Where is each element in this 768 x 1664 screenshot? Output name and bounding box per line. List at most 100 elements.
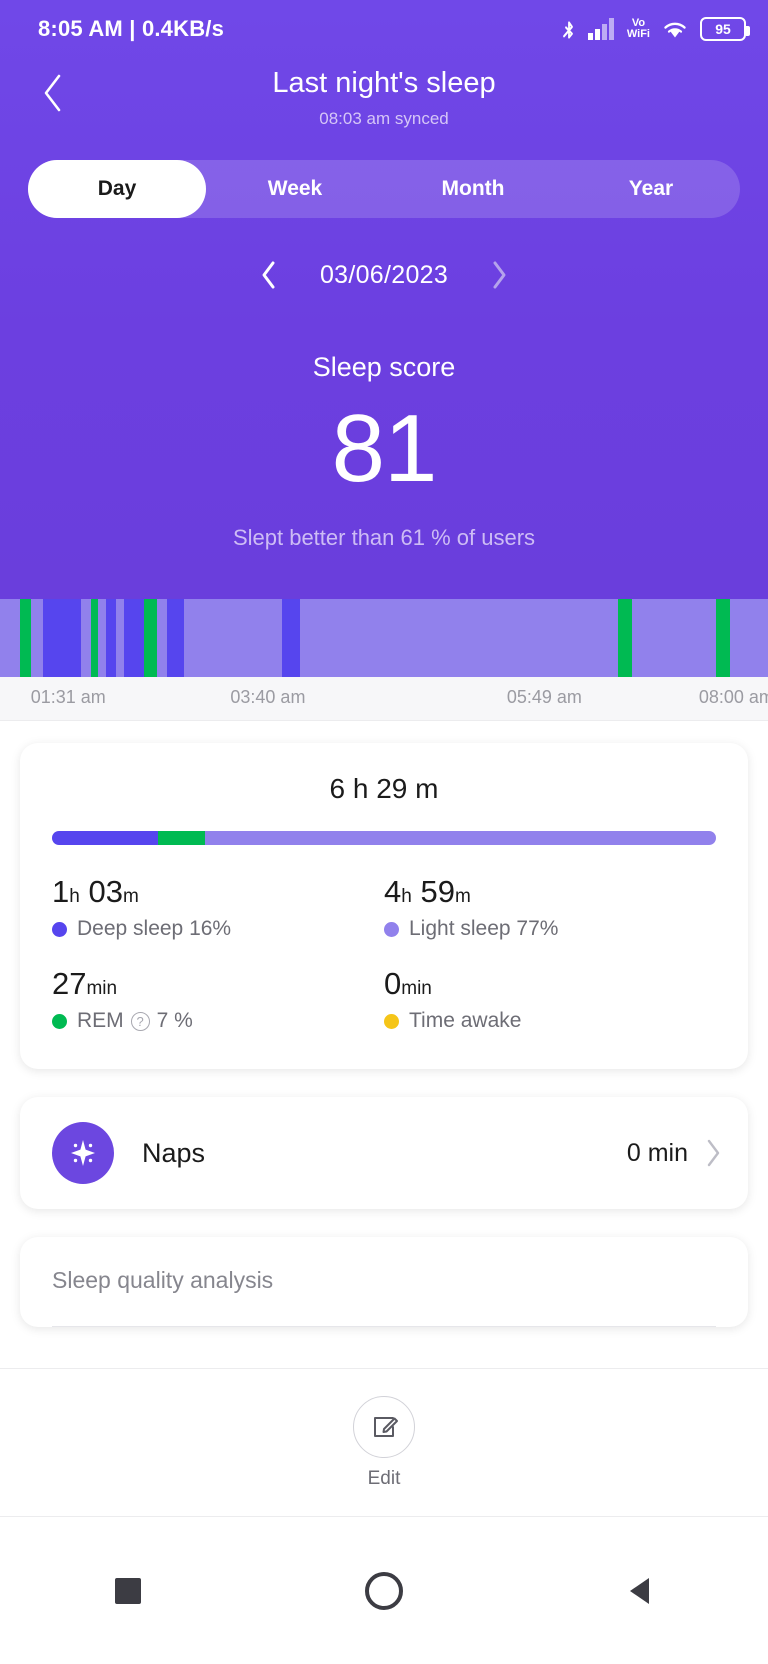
status-bar-right: Vo WiFi 95 [561, 17, 750, 41]
chevron-right-icon [493, 261, 506, 289]
time-awake-minutes: 0 [384, 966, 402, 1002]
vowifi-icon: Vo WiFi [627, 18, 650, 40]
time-axis-label: 08:00 am [698, 687, 768, 707]
tab-week[interactable]: Week [206, 160, 384, 218]
page-title: Last night's sleep [272, 67, 496, 99]
hypnogram-segment-light [80, 599, 91, 677]
sparkle-icon [52, 1122, 114, 1185]
hypnogram-segment-light [730, 599, 768, 677]
deep-sleep-hours-unit: h [69, 886, 80, 907]
rem-legend: REM ? 7 % [52, 1009, 384, 1033]
hypnogram-segment-light [98, 599, 106, 677]
sleep-hero-section: 8:05 AM | 0.4KB/s Vo WiFi 95 Last night'… [0, 0, 768, 599]
square-icon [115, 1577, 141, 1604]
back-button[interactable] [30, 70, 76, 116]
deep-sleep-color-dot [52, 921, 67, 937]
light-sleep-hours-unit: h [401, 886, 412, 907]
circle-icon [365, 1571, 403, 1610]
next-day-button[interactable] [482, 256, 516, 294]
time-awake-value: 0min [384, 967, 716, 1001]
hypnogram-segment-rem [716, 599, 731, 677]
hypnogram-segment-light [157, 599, 167, 677]
time-awake-label: Time awake [409, 1009, 522, 1033]
deep-sleep-minutes: 03 [88, 874, 123, 909]
stat-light-sleep: 4h 59m Light sleep 77% [384, 874, 716, 941]
edit-button[interactable] [353, 1395, 415, 1458]
time-awake-minutes-unit: min [401, 978, 432, 1000]
edit-action-bar: Edit [0, 1368, 768, 1516]
sleep-score-title: Sleep score [312, 352, 456, 382]
time-axis-label: 05:49 am [506, 687, 582, 707]
app-bar-titles: Last night's sleep 08:03 am synced [272, 67, 496, 129]
period-tab-bar: Day Week Month Year [28, 160, 740, 218]
status-separator: | [129, 16, 136, 41]
total-sleep-duration: 6 h 29 m [329, 773, 439, 804]
status-network-speed: 0.4KB/s [141, 16, 225, 41]
deep-sleep-label: Deep sleep 16% [77, 917, 232, 941]
stat-time-awake: 0min Time awake [384, 967, 716, 1033]
rem-value: 27min [52, 967, 384, 1001]
wifi-icon [664, 22, 686, 38]
rem-info-icon[interactable]: ? [130, 1011, 150, 1031]
time-axis-label: 01:31 am [30, 687, 106, 707]
hypnogram-segment-rem [618, 599, 632, 677]
light-sleep-minutes-unit: m [454, 886, 471, 907]
hypnogram-section: 01:31 am 03:40 am 05:49 am 08:00 am [0, 599, 768, 721]
back-nav-button[interactable] [592, 1543, 688, 1639]
app-bar: Last night's sleep 08:03 am synced [0, 58, 768, 142]
tab-month[interactable]: Month [384, 160, 562, 218]
hypnogram-segment-rem [19, 599, 31, 677]
light-sleep-legend: Light sleep 77% [384, 917, 716, 941]
sleep-score-block: Sleep score 81 Slept better than 61 % of… [0, 294, 768, 599]
sleep-stage-stats-grid: 1h 03m Deep sleep 16% 4h 59m Light sleep… [52, 874, 716, 1033]
hypnogram-segment-deep [105, 599, 116, 677]
tab-day[interactable]: Day [28, 160, 206, 218]
hypnogram-segment-light [30, 599, 43, 677]
vowifi-bottom-label: WiFi [626, 28, 650, 40]
battery-icon: 95 [700, 17, 750, 41]
time-awake-color-dot [384, 1013, 399, 1029]
naps-label: Naps [142, 1137, 206, 1168]
triangle-back-icon [630, 1577, 649, 1604]
light-sleep-color-dot [384, 921, 399, 937]
rem-minutes: 27 [52, 966, 87, 1002]
hypnogram-time-axis: 01:31 am 03:40 am 05:49 am 08:00 am [0, 677, 768, 721]
cellular-signal-icon [587, 18, 614, 40]
hypnogram-segment-rem [90, 599, 99, 677]
home-button[interactable] [336, 1543, 432, 1639]
edit-button-label: Edit [367, 1467, 401, 1489]
time-awake-legend: Time awake [384, 1009, 716, 1033]
hypnogram-segment-deep [282, 599, 301, 677]
chevron-left-icon [262, 261, 275, 289]
previous-day-button[interactable] [252, 256, 286, 294]
naps-value: 0 min [626, 1138, 688, 1167]
hypnogram-segment-light [184, 599, 283, 677]
date-navigator: 03/06/2023 [0, 256, 768, 294]
time-axis-label: 03:40 am [230, 687, 306, 707]
sleep-duration-card: 6 h 29 m 1h 03m Deep sleep 16% 4h 59m Li… [20, 743, 748, 1070]
deep-sleep-minutes-unit: m [122, 886, 139, 907]
hypnogram-chart[interactable] [0, 599, 768, 677]
deep-sleep-hours: 1 [52, 874, 70, 909]
tab-year[interactable]: Year [562, 160, 740, 218]
chevron-left-icon [44, 74, 61, 112]
deep-sleep-value: 1h 03m [52, 874, 384, 909]
hypnogram-segment-deep [166, 599, 185, 677]
sync-status-label: 08:03 am synced [319, 108, 449, 128]
light-sleep-hours: 4 [384, 874, 402, 909]
sleep-quality-analysis-card[interactable]: Sleep quality analysis [20, 1237, 748, 1328]
hypnogram-segment-deep [42, 599, 81, 677]
hypnogram-segment-light [300, 599, 619, 677]
rem-percent: 7 % [156, 1009, 193, 1033]
stacked-bar-segment [158, 831, 205, 845]
hypnogram-segment-rem [143, 599, 158, 677]
sleep-score-value: 81 [331, 395, 438, 502]
rem-minutes-unit: min [86, 978, 118, 1000]
battery-level-label: 95 [715, 21, 731, 37]
status-time: 8:05 AM [38, 16, 123, 41]
stat-deep-sleep: 1h 03m Deep sleep 16% [52, 874, 384, 941]
naps-card[interactable]: Naps 0 min [20, 1097, 748, 1210]
hypnogram-segment-deep [123, 599, 144, 677]
hypnogram-segment-light [631, 599, 717, 677]
recents-button[interactable] [80, 1543, 176, 1639]
